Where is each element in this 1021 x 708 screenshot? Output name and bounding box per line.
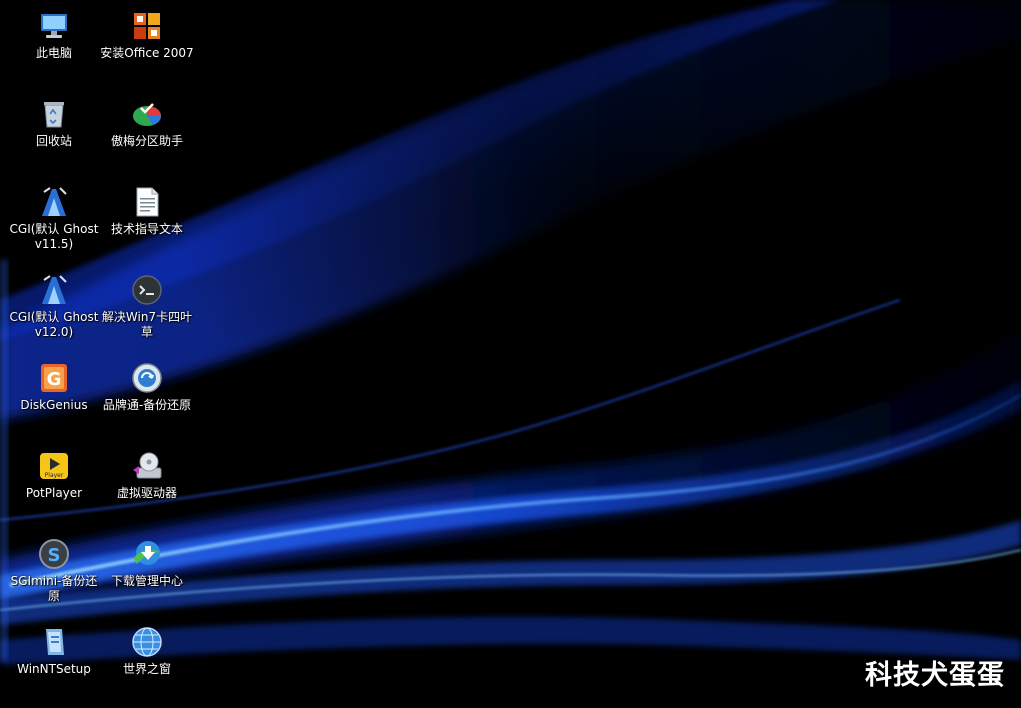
desktop-icon-world-window[interactable]: 世界之窗 <box>100 620 194 704</box>
terminal-icon <box>132 275 162 305</box>
virtual-drive-icon <box>133 452 162 479</box>
partition-assistant-icon <box>133 103 161 126</box>
desktop-icon-winntsetup[interactable]: WinNTSetup <box>7 620 101 704</box>
icon-label: 下载管理中心 <box>110 574 183 588</box>
cgi-ghost-icon <box>42 275 67 304</box>
watermark-text: 科技犬蛋蛋 <box>865 660 1005 691</box>
icon-label: 解决Win7卡四叶草 <box>101 310 193 339</box>
download-manager-icon <box>134 541 161 565</box>
desktop-icon-sgimini[interactable]: S SGImini-备份还原 <box>7 532 101 616</box>
svg-text:G: G <box>47 369 62 390</box>
icon-label: 品牌通-备份还原 <box>102 398 192 412</box>
desktop-icon-download-manager[interactable]: 下载管理中心 <box>100 532 194 616</box>
svg-text:S: S <box>48 545 61 566</box>
icon-label: CGI(默认 Ghost v11.5) <box>9 222 99 251</box>
icon-label: 技术指导文本 <box>110 222 183 236</box>
icon-label: PotPlayer <box>25 486 83 500</box>
desktop-icon-partition-assistant[interactable]: 傲梅分区助手 <box>100 92 194 176</box>
diskgenius-icon: G <box>41 364 67 392</box>
desktop-icon-backup-restore[interactable]: 品牌通-备份还原 <box>100 356 194 440</box>
desktop-icon-virtual-drive[interactable]: 虚拟驱动器 <box>100 444 194 528</box>
browser-globe-icon <box>132 627 162 657</box>
desktop-icon-fix-win7[interactable]: 解决Win7卡四叶草 <box>100 268 194 352</box>
office-icon <box>134 13 160 39</box>
icon-label: 回收站 <box>35 134 72 148</box>
winntsetup-icon <box>46 629 64 655</box>
desktop-icon-potplayer[interactable]: Player PotPlayer <box>7 444 101 528</box>
desktop-icon-tech-guide-text[interactable]: 技术指导文本 <box>100 180 194 264</box>
text-document-icon <box>136 187 159 217</box>
sgimini-icon: S <box>39 539 69 569</box>
backup-restore-icon <box>132 363 162 393</box>
desktop-icon-recycle-bin[interactable]: 回收站 <box>7 92 101 176</box>
icon-label: 世界之窗 <box>122 662 171 676</box>
recycle-bin-icon <box>44 102 64 128</box>
icon-label: 此电脑 <box>35 46 72 60</box>
icon-label: 虚拟驱动器 <box>116 486 177 500</box>
icon-label: WinNTSetup <box>17 662 91 676</box>
svg-text:Player: Player <box>45 472 64 479</box>
desktop-icon-cgi-ghost-12[interactable]: CGI(默认 Ghost v12.0) <box>7 268 101 352</box>
icon-label: DiskGenius <box>20 398 88 412</box>
desktop-icon-diskgenius[interactable]: G DiskGenius <box>7 356 101 440</box>
desktop-icon-computer[interactable]: 此电脑 <box>7 4 101 88</box>
potplayer-icon: Player <box>40 453 68 479</box>
icon-label: SGImini-备份还原 <box>10 574 98 603</box>
desktop-icon-install-office[interactable]: 安装Office 2007 <box>100 4 194 88</box>
computer-icon <box>41 14 67 38</box>
icon-label: CGI(默认 Ghost v12.0) <box>9 310 99 339</box>
icon-label: 安装Office 2007 <box>100 46 194 60</box>
cgi-ghost-icon <box>42 187 67 216</box>
desktop-icon-cgi-ghost-11[interactable]: CGI(默认 Ghost v11.5) <box>7 180 101 264</box>
icon-label: 傲梅分区助手 <box>110 134 183 148</box>
desktop[interactable]: 此电脑 回收站 CGI(默认 Ghost v11.5) CGI(默认 Ghost… <box>0 0 1021 708</box>
